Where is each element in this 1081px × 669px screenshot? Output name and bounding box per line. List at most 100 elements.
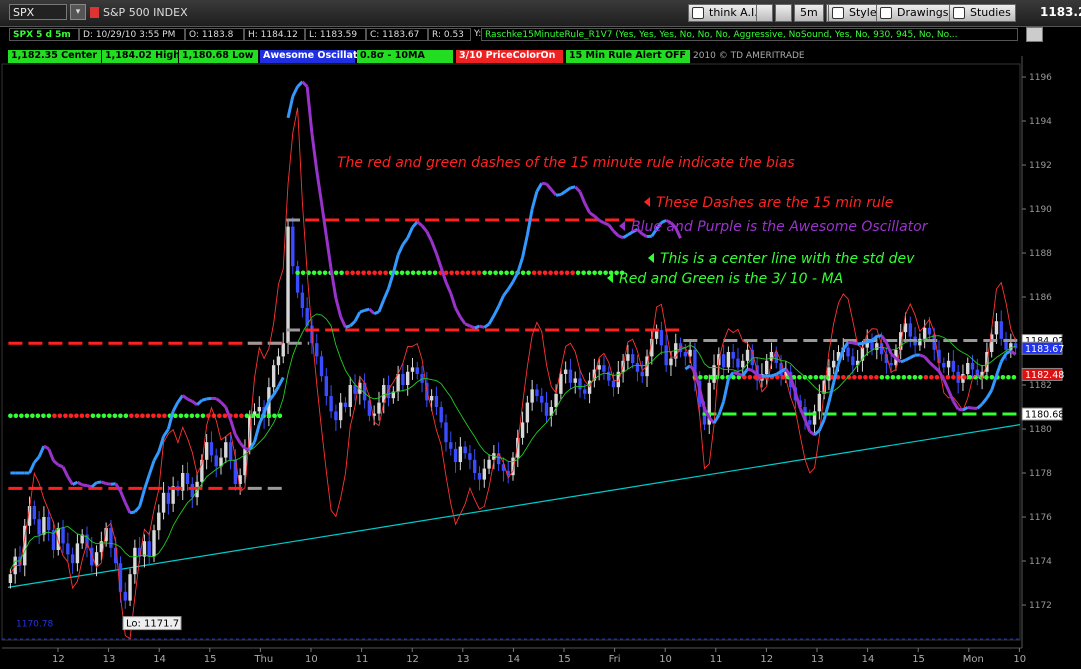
price-chart[interactable]: 1172117411761178118011821184118611881190…	[0, 0, 1081, 669]
ao-segment	[722, 378, 730, 402]
center-dot	[945, 375, 951, 380]
center-dot	[101, 413, 107, 419]
center-dot	[355, 270, 361, 276]
annotation-ao-arrow	[619, 221, 625, 231]
candle-body	[209, 442, 214, 456]
candle-body	[161, 492, 166, 513]
price-label-low: 1180.68	[1021, 407, 1064, 421]
center-dot	[526, 270, 531, 276]
candle-body	[61, 528, 65, 544]
ao-segment	[684, 364, 691, 371]
center-dot	[195, 413, 200, 419]
center-dot	[603, 270, 608, 276]
ao-segment	[382, 287, 390, 301]
ao-segment	[353, 311, 362, 322]
center-dot	[1000, 375, 1006, 380]
center-dot	[531, 270, 537, 276]
center-dot	[63, 413, 68, 419]
ao-segment	[464, 322, 471, 328]
candle-body	[583, 389, 587, 394]
center-dot	[145, 413, 151, 419]
candle-body	[554, 393, 558, 407]
candle-body	[295, 266, 300, 293]
x-tick-label: 10	[659, 654, 672, 665]
candle-body	[951, 360, 956, 372]
candle-body	[817, 393, 822, 412]
center-dot	[68, 413, 74, 419]
y-tick-label: 1178	[1029, 469, 1052, 479]
center-dot	[361, 270, 366, 276]
low-marker: Lo: 1171.7	[122, 616, 182, 631]
ao-segment	[469, 324, 476, 330]
candle-body	[635, 363, 640, 372]
candle-body	[434, 396, 439, 407]
ao-segment	[359, 308, 366, 314]
center-dot	[162, 413, 167, 419]
ao-segment	[574, 185, 582, 193]
candle-body	[271, 365, 276, 388]
center-dot	[85, 413, 90, 419]
ao-segment	[396, 243, 405, 256]
center-dot	[13, 413, 19, 419]
center-dot	[901, 375, 907, 380]
center-dot	[344, 270, 350, 276]
ao-segment	[474, 324, 481, 330]
center-dot	[57, 413, 63, 419]
center-dot	[542, 270, 548, 276]
candle-body	[563, 369, 568, 374]
ao-segment	[171, 401, 180, 412]
ao-segment	[181, 394, 189, 401]
ao-segment	[133, 505, 141, 513]
candle-body	[573, 378, 577, 383]
candle-body	[540, 396, 544, 403]
ao-segment	[555, 193, 562, 197]
candle-body	[109, 528, 113, 548]
center-dot	[471, 270, 476, 276]
ao-segment	[138, 489, 146, 508]
center-dot	[548, 270, 553, 276]
center-dot	[222, 413, 228, 419]
candle-body	[525, 402, 530, 423]
ma-fast-line	[9, 107, 1017, 640]
ao-segment	[919, 353, 926, 359]
ao-segment	[286, 96, 295, 119]
center-dot	[487, 270, 493, 276]
center-dot	[118, 413, 123, 419]
ao-segment	[454, 307, 462, 318]
ao-segment	[401, 237, 409, 246]
center-dot	[217, 413, 222, 419]
ao-segment	[866, 339, 873, 344]
x-tick-label: 15	[204, 654, 217, 665]
center-dot	[277, 413, 283, 419]
ao-segment	[560, 189, 567, 196]
ao-segment	[47, 448, 55, 462]
center-dot	[112, 413, 118, 419]
ao-segment	[114, 482, 122, 492]
ao-segment	[564, 186, 572, 193]
center-dot	[372, 270, 377, 276]
ao-segment	[923, 355, 931, 364]
candle-body	[319, 356, 324, 377]
candle-body	[731, 352, 735, 359]
x-tick-label: 12	[760, 654, 773, 665]
ao-segment	[449, 292, 457, 309]
center-dot	[410, 270, 416, 276]
candle-body	[257, 407, 262, 412]
center-dot	[266, 413, 272, 419]
center-dot	[509, 270, 515, 276]
center-dot	[929, 375, 934, 380]
x-tick-label: 11	[356, 654, 369, 665]
ao-segment	[502, 288, 510, 297]
ao-segment	[847, 340, 854, 345]
candle-body	[918, 338, 922, 346]
candle-body	[966, 363, 970, 374]
x-tick-label: 14	[507, 654, 520, 665]
candle-body	[520, 422, 525, 438]
x-tick-label: 14	[153, 654, 166, 665]
center-dot	[123, 413, 129, 419]
candle-body	[908, 323, 912, 337]
x-tick-label: 13	[457, 654, 470, 665]
candle-body	[458, 446, 463, 462]
ao-segment	[598, 218, 605, 225]
candle-body	[214, 455, 218, 467]
